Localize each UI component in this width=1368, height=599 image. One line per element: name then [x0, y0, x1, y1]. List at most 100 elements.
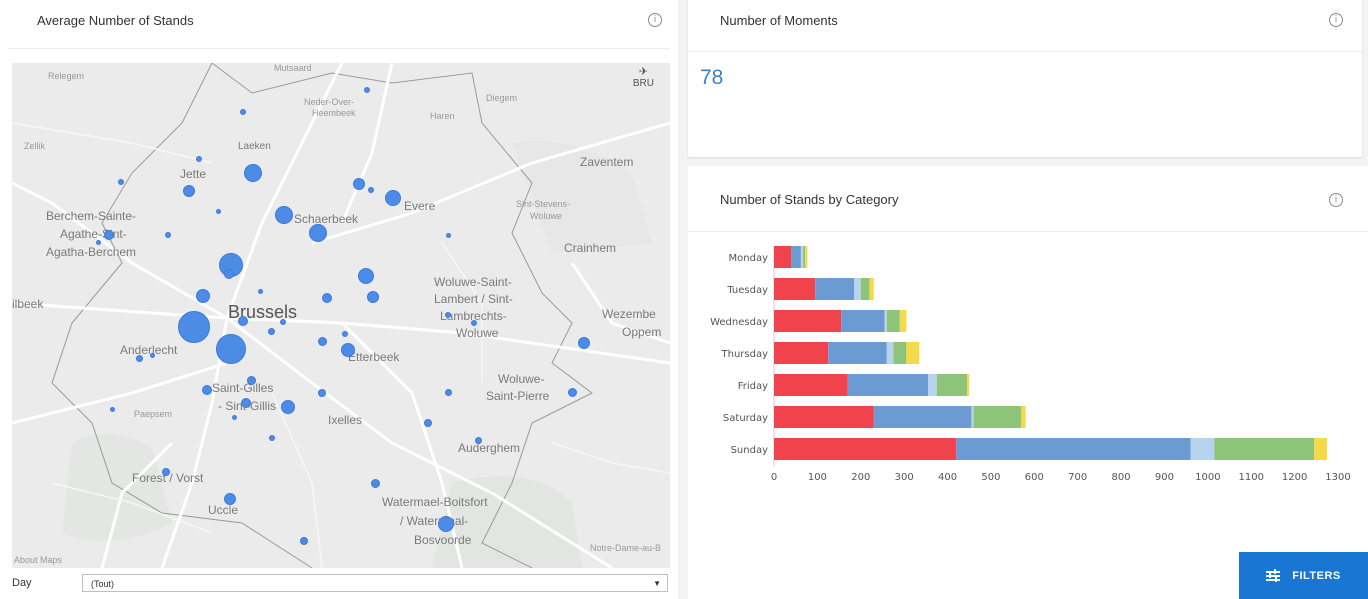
map-bubble[interactable]: [438, 516, 454, 532]
map-bubble[interactable]: [165, 232, 171, 238]
bar-segment[interactable]: [803, 246, 806, 268]
bar-segment[interactable]: [884, 310, 887, 332]
map-bubble[interactable]: [136, 355, 143, 362]
map-label: Agatha-Berchem: [46, 245, 137, 259]
bar-segment[interactable]: [828, 342, 887, 364]
map-bubble[interactable]: [341, 343, 355, 357]
map-bubble[interactable]: [216, 209, 221, 214]
bar-segment[interactable]: [973, 406, 1022, 428]
x-tick-label: 0: [771, 472, 777, 483]
stands-bar-chart: Monday Tuesday Wednesday Thursday Friday Satu…: [710, 246, 1351, 483]
map-bubble[interactable]: [178, 311, 210, 343]
bar-segment[interactable]: [847, 374, 929, 396]
map-bubble[interactable]: [280, 319, 286, 325]
info-icon[interactable]: i: [1329, 193, 1343, 207]
map-bubble[interactable]: [244, 164, 262, 182]
map-bubble[interactable]: [385, 190, 401, 206]
map-bubble[interactable]: [216, 334, 246, 364]
map-bubble[interactable]: [300, 537, 308, 545]
map-bubble[interactable]: [275, 206, 293, 224]
map-bubble[interactable]: [232, 415, 237, 420]
bar-segment[interactable]: [893, 342, 907, 364]
map-label: Sint-Stevens-: [516, 199, 571, 209]
map-bubble[interactable]: [118, 179, 124, 185]
bar-segment[interactable]: [860, 278, 870, 300]
bar-segment[interactable]: [971, 406, 974, 428]
about-maps-link[interactable]: About Maps: [14, 555, 62, 565]
bar-segment[interactable]: [774, 310, 842, 332]
bar-segment[interactable]: [928, 374, 937, 396]
map-bubble[interactable]: [196, 156, 202, 162]
bar-segment[interactable]: [774, 342, 829, 364]
bar-segment[interactable]: [854, 278, 861, 300]
map-bubble[interactable]: [162, 468, 170, 476]
map-bubble[interactable]: [258, 289, 263, 294]
bar-segment[interactable]: [1021, 406, 1026, 428]
map-bubble[interactable]: [104, 230, 114, 240]
map-bubble[interactable]: [322, 293, 332, 303]
map-bubble[interactable]: [475, 437, 482, 444]
bar-segment[interactable]: [1214, 438, 1315, 460]
map-bubble[interactable]: [367, 291, 379, 303]
map-bubble[interactable]: [183, 185, 195, 197]
day-select[interactable]: (Tout) ▼: [82, 574, 668, 592]
bar-segment[interactable]: [791, 246, 801, 268]
map-bubble[interactable]: [110, 407, 115, 412]
bar-segment[interactable]: [774, 406, 874, 428]
bar-segment[interactable]: [805, 246, 808, 268]
bar-segment[interactable]: [886, 342, 894, 364]
map-bubble[interactable]: [471, 320, 477, 326]
map-bubble[interactable]: [445, 389, 452, 396]
info-icon[interactable]: i: [648, 13, 662, 27]
map-bubble[interactable]: [238, 316, 248, 326]
map-bubble[interactable]: [424, 419, 432, 427]
info-icon[interactable]: i: [1329, 13, 1343, 27]
map[interactable]: ✈ BRU Relegem Mutsaard Neder-Over- Heemb…: [12, 63, 670, 568]
map-bubble[interactable]: [196, 289, 210, 303]
bar-segment[interactable]: [899, 310, 907, 332]
map-bubble[interactable]: [150, 353, 155, 358]
map-bubble[interactable]: [358, 268, 374, 284]
bar-segment[interactable]: [841, 310, 885, 332]
map-bubble[interactable]: [202, 385, 212, 395]
map-bubble[interactable]: [371, 479, 380, 488]
map-bubble[interactable]: [446, 233, 451, 238]
bar-segment[interactable]: [774, 374, 848, 396]
map-bubble[interactable]: [309, 224, 327, 242]
map-bubble[interactable]: [368, 187, 374, 193]
bar-segment[interactable]: [800, 246, 804, 268]
map-bubble[interactable]: [240, 109, 246, 115]
bar-segment[interactable]: [774, 246, 792, 268]
bar-segment[interactable]: [815, 278, 855, 300]
bar-segment[interactable]: [906, 342, 920, 364]
map-bubble[interactable]: [247, 376, 256, 385]
map-bubble[interactable]: [241, 398, 251, 408]
map-label: Evere: [404, 199, 436, 213]
bar-segment[interactable]: [774, 438, 957, 460]
map-bubble[interactable]: [224, 269, 234, 279]
bar-segment[interactable]: [873, 406, 972, 428]
map-bubble[interactable]: [568, 388, 577, 397]
map-bubble[interactable]: [96, 240, 101, 245]
bar-segment[interactable]: [886, 310, 900, 332]
map-bubble[interactable]: [578, 337, 590, 349]
map-bubble[interactable]: [445, 312, 451, 318]
map-bubble[interactable]: [318, 389, 326, 397]
bar-segment[interactable]: [774, 278, 816, 300]
bar-segment[interactable]: [967, 374, 970, 396]
filters-button[interactable]: FILTERS: [1239, 552, 1368, 599]
bar-segment[interactable]: [1314, 438, 1328, 460]
map-bubble[interactable]: [353, 178, 365, 190]
map-bubble[interactable]: [342, 331, 348, 337]
map-bubble[interactable]: [281, 400, 295, 414]
filter-sliders-icon: [1266, 568, 1281, 582]
map-bubble[interactable]: [268, 328, 275, 335]
map-bubble[interactable]: [318, 337, 327, 346]
map-bubble[interactable]: [269, 435, 275, 441]
bar-segment[interactable]: [869, 278, 874, 300]
map-bubble[interactable]: [364, 87, 370, 93]
bar-segment[interactable]: [956, 438, 1191, 460]
map-bubble[interactable]: [224, 493, 236, 505]
bar-segment[interactable]: [1190, 438, 1215, 460]
bar-segment[interactable]: [936, 374, 968, 396]
